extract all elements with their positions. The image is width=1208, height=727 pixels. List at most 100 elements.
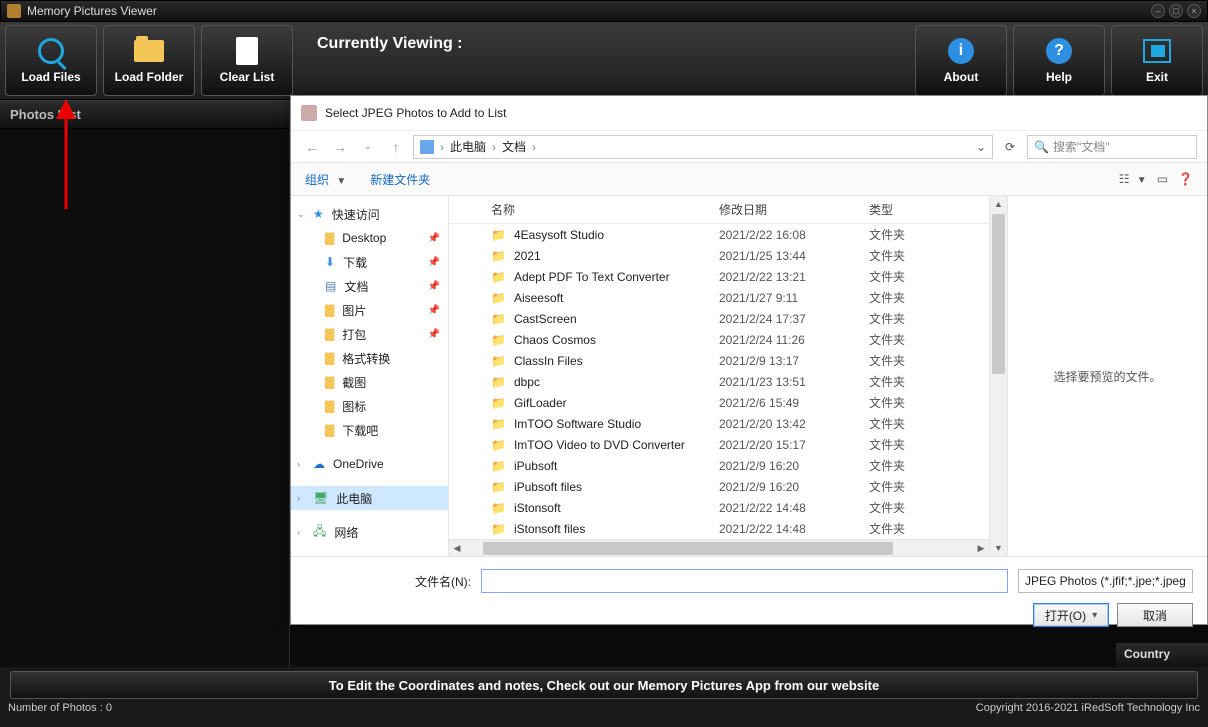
help-icon: ? [1046,38,1072,64]
crumb-dropdown-icon[interactable]: ⌄ [976,140,986,154]
file-row[interactable]: 📁Aiseesoft2021/1/27 9:11文件夹 [449,287,989,308]
file-row[interactable]: 📁ClassIn Files2021/2/9 13:17文件夹 [449,350,989,371]
file-name: ImTOO Software Studio [514,417,641,431]
dialog-body: ⌄★快速访问 ▇Desktop📌 ⬇下载📌 ▤文档📌 ▇图片📌 ▇打包📌 ▇格式… [291,196,1207,556]
nav-screenshot[interactable]: ▇截图 [291,370,448,394]
header-name[interactable]: 名称 [449,201,719,218]
file-row[interactable]: 📁Chaos Cosmos2021/2/24 11:26文件夹 [449,329,989,350]
folder-icon: 📁 [491,312,506,326]
magnifier-icon [38,38,64,64]
file-list: 📁4Easysoft Studio2021/2/22 16:08文件夹📁2021… [449,224,989,539]
header-date[interactable]: 修改日期 [719,201,869,218]
file-row[interactable]: 📁iStonsoft2021/2/22 14:48文件夹 [449,497,989,518]
file-type: 文件夹 [869,520,949,537]
file-open-dialog: Select JPEG Photos to Add to List ← → ⌄ … [290,95,1208,625]
pc-icon [420,140,434,154]
country-bar: Country [1116,643,1208,667]
vertical-scrollbar[interactable]: ▲▼ [989,196,1007,556]
folder-icon: 📁 [491,522,506,536]
copyright: Copyright 2016-2021 iRedSoft Technology … [976,702,1200,716]
exit-button[interactable]: Exit [1111,25,1203,96]
nav-documents[interactable]: ▤文档📌 [291,274,448,298]
nav-network[interactable]: ›🖧网络 [291,520,448,544]
file-row[interactable]: 📁20212021/1/25 13:44文件夹 [449,245,989,266]
folder-icon: 📁 [491,480,506,494]
info-icon: i [948,38,974,64]
about-button[interactable]: i About [915,25,1007,96]
load-files-button[interactable]: Load Files [5,25,97,96]
nav-downloads[interactable]: ⬇下载📌 [291,250,448,274]
file-row[interactable]: 📁CastScreen2021/2/24 17:37文件夹 [449,308,989,329]
nav-quick-access[interactable]: ⌄★快速访问 [291,202,448,226]
nav-desktop[interactable]: ▇Desktop📌 [291,226,448,250]
file-row[interactable]: 📁4Easysoft Studio2021/2/22 16:08文件夹 [449,224,989,245]
file-date: 2021/1/27 9:11 [719,291,869,305]
file-name: ClassIn Files [514,354,583,368]
dialog-titlebar: Select JPEG Photos to Add to List [291,96,1207,130]
file-type: 文件夹 [869,373,949,390]
file-list-header: 名称 修改日期 类型 [449,196,989,224]
file-row[interactable]: 📁GifLoader2021/2/6 15:49文件夹 [449,392,989,413]
search-icon: 🔍 [1034,140,1049,154]
folder-icon: 📁 [491,270,506,284]
minimize-button[interactable]: – [1151,4,1165,18]
photos-list-panel: Photos List [0,100,290,667]
folder-icon: 📁 [491,438,506,452]
file-date: 2021/2/22 14:48 [719,522,869,536]
file-row[interactable]: 📁ImTOO Software Studio2021/2/20 13:42文件夹 [449,413,989,434]
file-row[interactable]: 📁iStonsoft files2021/2/22 14:48文件夹 [449,518,989,539]
promo-bar[interactable]: To Edit the Coordinates and notes, Check… [10,671,1198,699]
folder-icon: 📁 [491,291,506,305]
help-button[interactable]: ? Help [1013,25,1105,96]
help-info-button[interactable]: ❓ [1178,172,1193,186]
nav-thispc[interactable]: ›🖥此电脑 [291,486,448,510]
nav-pictures[interactable]: ▇图片📌 [291,298,448,322]
close-button[interactable]: × [1187,4,1201,18]
file-date: 2021/2/24 17:37 [719,312,869,326]
nav-icon[interactable]: ▇图标 [291,394,448,418]
file-type: 文件夹 [869,415,949,432]
file-row[interactable]: 📁iPubsoft2021/2/9 16:20文件夹 [449,455,989,476]
filename-input[interactable] [481,569,1008,593]
file-row[interactable]: 📁iPubsoft files2021/2/9 16:20文件夹 [449,476,989,497]
file-row[interactable]: 📁Adept PDF To Text Converter2021/2/22 13… [449,266,989,287]
file-list-area: 名称 修改日期 类型 📁4Easysoft Studio2021/2/22 16… [449,196,989,556]
file-row[interactable]: 📁dbpc2021/1/23 13:51文件夹 [449,371,989,392]
crumb-root[interactable]: 此电脑 [450,138,486,155]
photo-count: Number of Photos : 0 [8,702,112,716]
forward-button[interactable]: → [329,136,351,158]
nav-onedrive[interactable]: ›☁OneDrive [291,452,448,476]
back-button[interactable]: ← [301,136,323,158]
search-input[interactable]: 🔍 搜索"文档" [1027,135,1197,159]
nav-format[interactable]: ▇格式转换 [291,346,448,370]
new-folder-button[interactable]: 新建文件夹 [370,171,430,188]
view-mode-button[interactable]: ☷ ▼ [1119,172,1147,186]
recent-button[interactable]: ⌄ [357,136,379,158]
up-button[interactable]: ↑ [385,136,407,158]
page-icon [236,37,258,65]
organize-menu[interactable]: 组织 ▼ [305,171,346,188]
file-date: 2021/2/24 11:26 [719,333,869,347]
clear-list-button[interactable]: Clear List [201,25,293,96]
file-row[interactable]: 📁ImTOO Video to DVD Converter2021/2/20 1… [449,434,989,455]
header-type[interactable]: 类型 [869,201,949,218]
open-button[interactable]: 打开(O) ▾ [1033,603,1109,627]
about-label: About [944,70,979,84]
file-date: 2021/2/9 16:20 [719,459,869,473]
load-folder-button[interactable]: Load Folder [103,25,195,96]
nav-pack[interactable]: ▇打包📌 [291,322,448,346]
crumb-folder[interactable]: 文档 [502,138,526,155]
folder-icon: 📁 [491,417,506,431]
refresh-button[interactable]: ⟳ [999,136,1021,158]
horizontal-scrollbar[interactable]: ◀▶ [449,539,989,556]
maximize-button[interactable]: □ [1169,4,1183,18]
chevron-icon: › [490,140,498,154]
preview-pane-button[interactable]: ▭ [1157,172,1168,186]
breadcrumb[interactable]: › 此电脑 › 文档 › ⌄ [413,135,993,159]
filetype-dropdown[interactable]: JPEG Photos (*.jfif;*.jpe;*.jpeg [1018,569,1193,593]
currently-viewing-label: Currently Viewing : [299,25,909,96]
file-date: 2021/2/9 16:20 [719,480,869,494]
cancel-button[interactable]: 取消 [1117,603,1193,627]
nav-dlbar[interactable]: ▇下载吧 [291,418,448,442]
exit-icon [1143,39,1171,63]
